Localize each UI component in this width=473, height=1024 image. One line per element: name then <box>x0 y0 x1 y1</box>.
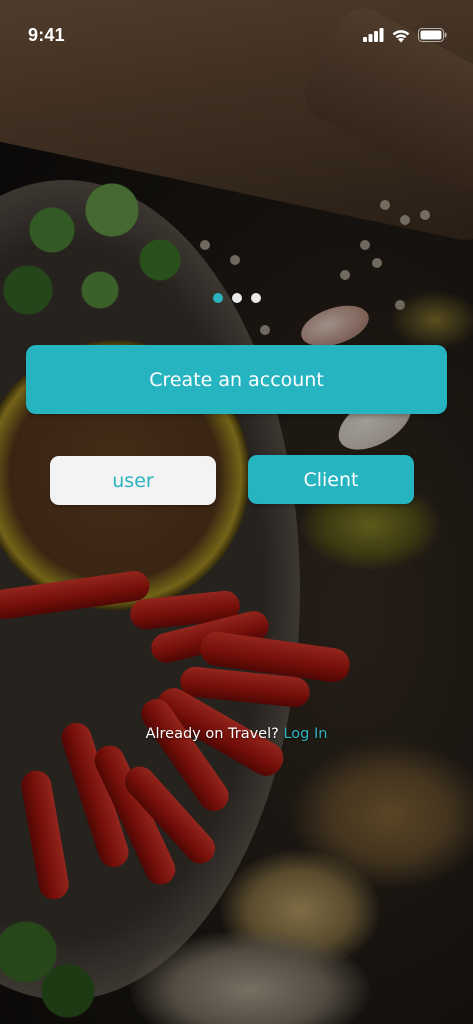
page-dot-3[interactable] <box>250 293 261 303</box>
battery-icon <box>418 28 447 42</box>
client-button[interactable]: Client <box>248 455 414 504</box>
create-account-button[interactable]: Create an account <box>26 345 447 414</box>
welcome-screen: 9:41 Create an account user Client Alrea… <box>0 0 473 1024</box>
page-dot-2[interactable] <box>231 293 242 303</box>
status-time: 9:41 <box>28 24 65 45</box>
page-indicator <box>0 293 473 303</box>
status-icons <box>363 28 447 43</box>
background-food-image <box>0 0 473 1024</box>
login-prompt-text: Already on Travel? <box>145 726 279 742</box>
login-link[interactable]: Log In <box>283 726 327 742</box>
login-prompt: Already on Travel? Log In <box>0 726 473 742</box>
page-dot-1[interactable] <box>212 293 223 303</box>
status-bar: 9:41 <box>0 0 473 70</box>
cellular-signal-icon <box>363 28 384 42</box>
wifi-icon <box>391 28 411 43</box>
user-button[interactable]: user <box>50 456 216 505</box>
